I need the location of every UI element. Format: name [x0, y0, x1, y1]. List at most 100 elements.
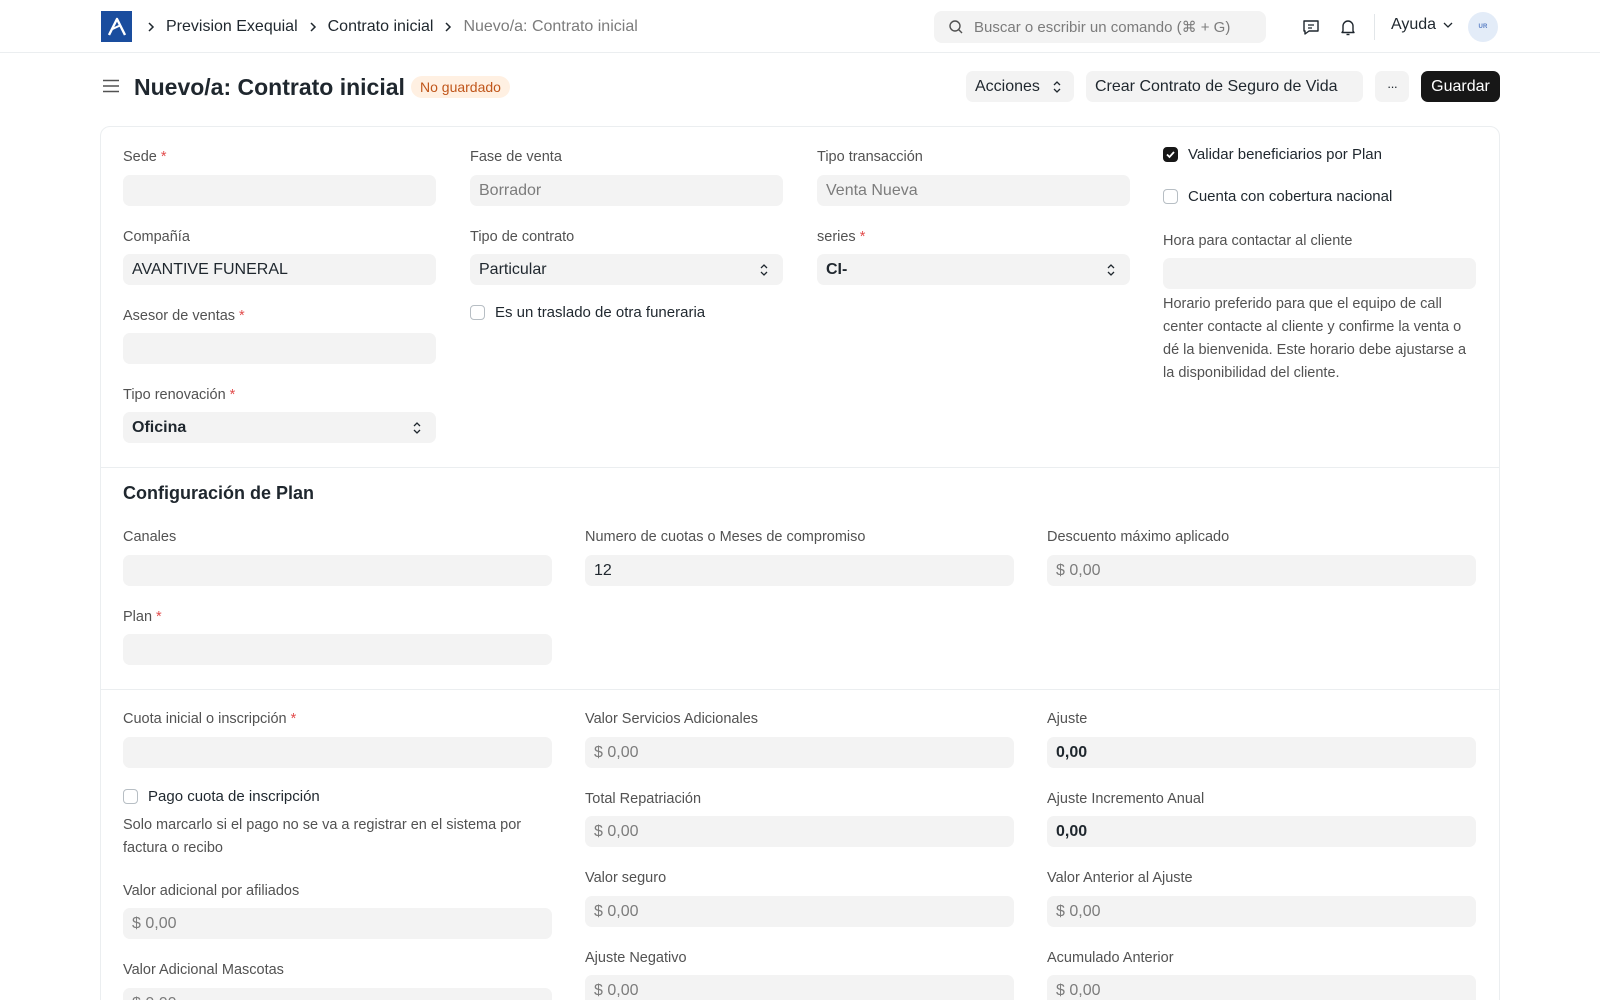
- hora-contacto-label: Hora para contactar al cliente: [1163, 233, 1353, 249]
- total-repatriacion-label: Total Repatriación: [585, 791, 702, 807]
- chat-icon[interactable]: [1300, 16, 1322, 38]
- help-menu[interactable]: Ayuda: [1391, 16, 1454, 34]
- avatar[interactable]: UR: [1468, 12, 1498, 42]
- ajuste-negativo-field: $ 0,00: [585, 975, 1014, 1000]
- plan-input[interactable]: [123, 634, 552, 665]
- navbar-divider: [1374, 14, 1375, 40]
- series-select[interactable]: CI-: [817, 254, 1130, 285]
- valor-servicios-label: Valor Servicios Adicionales: [585, 711, 759, 727]
- chevron-updown-icon: [413, 422, 421, 434]
- valor-afiliados-field: $ 0,00: [123, 908, 552, 939]
- search-bar[interactable]: [934, 11, 1266, 43]
- check-icon: [1166, 151, 1175, 159]
- tipo-renovacion-value: Oficina: [132, 418, 187, 436]
- traslado-label: Es un traslado de otra funeraria: [495, 304, 706, 321]
- asesor-label: Asesor de ventas *: [123, 308, 245, 324]
- section-divider: [100, 467, 1500, 468]
- cobertura-nacional-checkbox[interactable]: [1163, 189, 1178, 204]
- cuotas-input[interactable]: [585, 555, 1014, 586]
- bell-icon[interactable]: [1337, 16, 1359, 38]
- chevron-down-icon: [1443, 22, 1453, 28]
- more-options-button[interactable]: ···: [1375, 71, 1409, 102]
- canales-label: Canales: [123, 529, 177, 545]
- fase-venta-label: Fase de venta: [470, 149, 562, 165]
- sidebar-toggle-icon[interactable]: [101, 76, 121, 96]
- navbar: Prevision Exequial Contrato inicial Nuev…: [0, 0, 1600, 53]
- valor-mascotas-label: Valor Adicional Mascotas: [123, 962, 284, 978]
- traslado-checkbox[interactable]: [470, 305, 485, 320]
- valor-seguro-label: Valor seguro: [585, 870, 667, 886]
- ajuste-label: Ajuste: [1047, 711, 1088, 727]
- breadcrumb-prevision-exequial[interactable]: Prevision Exequial: [166, 18, 298, 36]
- valor-afiliados-label: Valor adicional por afiliados: [123, 883, 300, 899]
- logo-mark-icon: [107, 17, 126, 36]
- hora-contacto-help: Horario preferido para que el equipo de …: [1163, 296, 1467, 381]
- save-label: Guardar: [1431, 77, 1490, 95]
- create-life-insurance-button[interactable]: Crear Contrato de Seguro de Vida: [1086, 71, 1363, 102]
- series-label: series *: [817, 229, 866, 245]
- ajuste-anual-label: Ajuste Incremento Anual: [1047, 791, 1205, 807]
- tipo-contrato-select[interactable]: Particular: [470, 254, 783, 285]
- compania-label: Compañía: [123, 229, 190, 245]
- series-value: CI-: [826, 260, 848, 278]
- acumulado-label: Acumulado Anterior: [1047, 950, 1174, 966]
- tipo-transaccion-field: Venta Nueva: [817, 175, 1130, 206]
- tipo-renovacion-label: Tipo renovación *: [123, 387, 236, 403]
- validar-beneficiarios-checkbox[interactable]: [1163, 147, 1178, 162]
- create-life-insurance-label: Crear Contrato de Seguro de Vida: [1095, 77, 1338, 95]
- cobertura-nacional-row[interactable]: Cuenta con cobertura nacional: [1163, 188, 1392, 205]
- valor-mascotas-field: $ 0,00: [123, 988, 552, 1000]
- chevron-right-icon: [443, 21, 453, 33]
- sede-input[interactable]: [123, 175, 436, 206]
- pago-cuota-row[interactable]: Pago cuota de inscripción: [123, 788, 320, 805]
- cobertura-nacional-label: Cuenta con cobertura nacional: [1188, 188, 1393, 205]
- cuota-inicial-label: Cuota inicial o inscripción *: [123, 711, 297, 727]
- status-badge: No guardado: [411, 76, 510, 98]
- total-repatriacion-field: $ 0,00: [585, 816, 1014, 847]
- fase-venta-field: Borrador: [470, 175, 783, 206]
- chevron-updown-icon: [1107, 264, 1115, 276]
- pago-cuota-label: Pago cuota de inscripción: [148, 788, 320, 805]
- breadcrumb-current: Nuevo/a: Contrato inicial: [463, 18, 638, 35]
- valor-anterior-label: Valor Anterior al Ajuste: [1047, 870, 1193, 886]
- cuota-inicial-input[interactable]: [123, 737, 552, 768]
- section-divider: [100, 689, 1500, 690]
- pago-cuota-checkbox[interactable]: [123, 789, 138, 804]
- chevron-right-icon: [146, 21, 156, 33]
- help-label: Ayuda: [1391, 16, 1437, 33]
- actions-button[interactable]: Acciones: [966, 71, 1074, 102]
- search-input[interactable]: [974, 18, 1254, 36]
- pago-cuota-help: Solo marcarlo si el pago no se va a regi…: [123, 817, 522, 856]
- breadcrumb-contrato-inicial[interactable]: Contrato inicial: [328, 18, 434, 36]
- chevron-updown-icon: [760, 264, 768, 276]
- traslado-checkbox-row[interactable]: Es un traslado de otra funeraria: [470, 304, 705, 321]
- tipo-contrato-label: Tipo de contrato: [470, 229, 575, 245]
- actions-label: Acciones: [975, 77, 1040, 95]
- validar-beneficiarios-row[interactable]: Validar beneficiarios por Plan: [1163, 146, 1382, 163]
- ajuste-negativo-label: Ajuste Negativo: [585, 950, 687, 966]
- acumulado-field: $ 0,00: [1047, 975, 1476, 1000]
- descuento-field: $ 0,00: [1047, 555, 1476, 586]
- canales-input[interactable]: [123, 555, 552, 586]
- asesor-input[interactable]: [123, 333, 436, 364]
- chevron-updown-icon: [1053, 80, 1061, 93]
- compania-input[interactable]: [123, 254, 436, 285]
- validar-beneficiarios-label: Validar beneficiarios por Plan: [1188, 146, 1382, 163]
- more-icon: ···: [1387, 79, 1398, 94]
- save-button[interactable]: Guardar: [1421, 71, 1500, 102]
- ajuste-input[interactable]: [1047, 737, 1476, 768]
- ajuste-anual-input[interactable]: [1047, 816, 1476, 847]
- descuento-label: Descuento máximo aplicado: [1047, 529, 1230, 545]
- valor-servicios-field: $ 0,00: [585, 737, 1014, 768]
- plan-label: Plan *: [123, 609, 162, 625]
- page-title: Nuevo/a: Contrato inicial: [134, 74, 405, 100]
- app-logo[interactable]: [101, 11, 132, 42]
- tipo-renovacion-select[interactable]: Oficina: [123, 412, 436, 443]
- valor-seguro-field: $ 0,00: [585, 896, 1014, 927]
- breadcrumb: Prevision Exequial Contrato inicial Nuev…: [146, 16, 638, 38]
- section-title-configuracion-plan: Configuración de Plan: [123, 483, 315, 503]
- search-icon: [949, 20, 963, 34]
- hora-contacto-input[interactable]: [1163, 258, 1476, 289]
- tipo-transaccion-label: Tipo transacción: [817, 149, 923, 165]
- sede-label: Sede *: [123, 149, 167, 165]
